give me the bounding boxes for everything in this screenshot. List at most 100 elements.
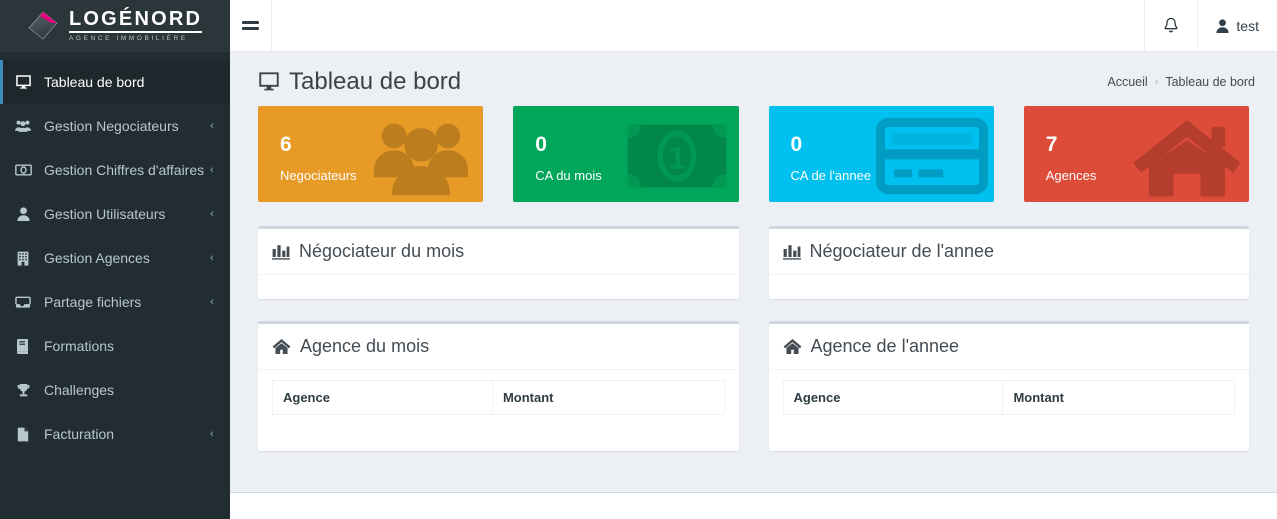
column-header-montant[interactable]: Montant — [491, 380, 725, 415]
chevron-left-icon: ‹ — [210, 164, 215, 176]
panel-body: Agence Montant — [769, 370, 1250, 451]
app-root: LOGÉNORD AGENCE IMMOBILIÈRE Tableau de b… — [0, 0, 1277, 519]
panel-agency-year: Agence de l'annee Agence Montant — [768, 321, 1250, 451]
negotiator-panels-row: Négociateur du mois Négociateur de l'ann… — [258, 226, 1249, 299]
svg-text:1: 1 — [668, 140, 685, 175]
home-icon — [783, 338, 802, 355]
file-icon — [12, 427, 34, 442]
panel-title: Agence de l'annee — [810, 336, 960, 356]
stat-value: 6 — [280, 133, 292, 156]
table-empty-area — [783, 415, 1236, 437]
desktop-icon — [12, 74, 34, 90]
sidebar-item-label: Tableau de bord — [44, 74, 145, 90]
credit-card-icon — [875, 112, 988, 200]
stat-card-agences[interactable]: 7 Agences — [1023, 106, 1249, 202]
notifications-button[interactable] — [1144, 0, 1197, 51]
panel-body — [769, 275, 1250, 299]
sidebar-item-label: Gestion Chiffres d'affaires — [44, 162, 205, 178]
panel-title: Agence du mois — [300, 336, 430, 356]
panel-negotiator-year: Négociateur de l'annee — [768, 226, 1250, 299]
sidebar-item-label: Partage fichiers — [44, 294, 142, 310]
stat-label: CA de l'annee — [790, 168, 872, 183]
chevron-left-icon: ‹ — [210, 296, 215, 308]
agency-year-table: Agence Montant — [782, 380, 1236, 415]
panel-header: Négociateur de l'annee — [768, 229, 1249, 275]
bar-chart-icon — [782, 243, 801, 260]
table-header-row: Agence Montant — [782, 380, 1235, 415]
sidebar-item-gestion-agences[interactable]: Gestion Agences ‹ — [0, 236, 230, 280]
sidebar-item-label: Formations — [44, 338, 115, 354]
money-icon — [12, 164, 34, 176]
user-icon — [12, 207, 34, 221]
sidebar: LOGÉNORD AGENCE IMMOBILIÈRE Tableau de b… — [0, 0, 230, 519]
bar-chart-icon — [272, 243, 290, 260]
sidebar-item-partage-fichiers[interactable]: Partage fichiers ‹ — [0, 280, 230, 324]
breadcrumb-separator-icon: › — [1154, 76, 1159, 88]
sidebar-item-tableau-de-bord[interactable]: Tableau de bord — [0, 60, 230, 104]
stat-value: 0 — [535, 133, 547, 156]
content-body: 6 Negociateurs 0 CA du mois 1 0 CA de l'… — [230, 106, 1277, 492]
sidebar-nav: Tableau de bord Gestion Negociateurs ‹ G… — [0, 52, 230, 456]
footer — [230, 492, 1277, 519]
trophy-icon — [12, 383, 34, 398]
stat-label: Negociateurs — [280, 168, 357, 183]
brand-title: LOGÉNORD — [69, 9, 203, 34]
stat-value: 7 — [1045, 133, 1058, 156]
stats-row: 6 Negociateurs 0 CA du mois 1 0 CA de l'… — [258, 106, 1249, 202]
diamond-logo-icon — [26, 9, 60, 43]
users-icon — [12, 119, 34, 133]
panel-body — [258, 275, 739, 299]
brand-logo[interactable]: LOGÉNORD AGENCE IMMOBILIÈRE — [0, 0, 230, 52]
page-title-text: Tableau de bord — [289, 68, 462, 95]
stat-label: Agences — [1045, 168, 1097, 183]
chevron-left-icon: ‹ — [210, 428, 215, 440]
sidebar-item-formations[interactable]: Formations — [0, 324, 230, 368]
sidebar-item-label: Gestion Negociateurs — [44, 118, 179, 134]
brand-text: LOGÉNORD AGENCE IMMOBILIÈRE — [69, 9, 203, 43]
column-header-montant[interactable]: Montant — [1002, 380, 1235, 415]
content-wrapper: test Tableau de bord Accueil › Tableau d… — [230, 0, 1277, 519]
home-icon — [1131, 112, 1243, 200]
topbar: test — [230, 0, 1277, 52]
panel-negotiator-month: Négociateur du mois — [258, 226, 739, 299]
breadcrumb: Accueil › Tableau de bord — [1107, 75, 1255, 89]
stat-card-negociateurs[interactable]: 6 Negociateurs — [258, 106, 484, 202]
breadcrumb-current: Tableau de bord — [1165, 75, 1255, 89]
book-icon — [12, 338, 34, 354]
sidebar-item-label: Gestion Agences — [44, 250, 150, 266]
hamburger-bars — [242, 18, 259, 32]
sidebar-item-challenges[interactable]: Challenges — [0, 368, 230, 412]
sidebar-item-facturation[interactable]: Facturation ‹ — [0, 412, 230, 456]
stat-card-ca-du-mois[interactable]: 0 CA du mois 1 — [513, 106, 739, 202]
column-header-agence[interactable]: Agence — [272, 380, 493, 415]
stat-label: CA du mois — [535, 168, 602, 183]
agency-panels-row: Agence du mois Agence Montant Agence de … — [258, 321, 1249, 451]
sidebar-item-gestion-negociateurs[interactable]: Gestion Negociateurs ‹ — [0, 104, 230, 148]
stat-card-ca-de-lannee[interactable]: 0 CA de l'annee — [768, 106, 994, 202]
sidebar-item-label: Facturation — [44, 426, 115, 442]
page-title: Tableau de bord — [258, 68, 461, 96]
table-empty-area — [272, 415, 725, 437]
desktop-icon — [258, 72, 280, 92]
sidebar-item-gestion-chiffres-daffaires[interactable]: Gestion Chiffres d'affaires ‹ — [0, 148, 230, 192]
sidebar-item-gestion-utilisateurs[interactable]: Gestion Utilisateurs ‹ — [0, 192, 230, 236]
inbox-icon — [12, 296, 34, 309]
brand-subtitle: AGENCE IMMOBILIÈRE — [69, 35, 188, 43]
panel-header: Agence du mois — [258, 324, 739, 370]
column-header-agence[interactable]: Agence — [782, 380, 1004, 415]
user-icon — [1216, 18, 1230, 33]
hamburger-icon[interactable] — [230, 0, 272, 51]
chevron-left-icon: ‹ — [210, 252, 215, 264]
panel-header: Agence de l'annee — [768, 324, 1249, 370]
chevron-left-icon: ‹ — [210, 120, 215, 132]
stat-value: 0 — [790, 133, 803, 156]
panel-body: Agence Montant — [258, 370, 739, 451]
money-bill-icon: 1 — [621, 112, 733, 200]
breadcrumb-home[interactable]: Accueil — [1107, 75, 1147, 89]
chevron-left-icon: ‹ — [210, 208, 215, 220]
sidebar-item-label: Challenges — [44, 382, 115, 398]
user-name: test — [1236, 17, 1259, 34]
table-header-row: Agence Montant — [272, 380, 725, 415]
building-icon — [12, 251, 34, 266]
user-menu[interactable]: test — [1197, 0, 1277, 51]
